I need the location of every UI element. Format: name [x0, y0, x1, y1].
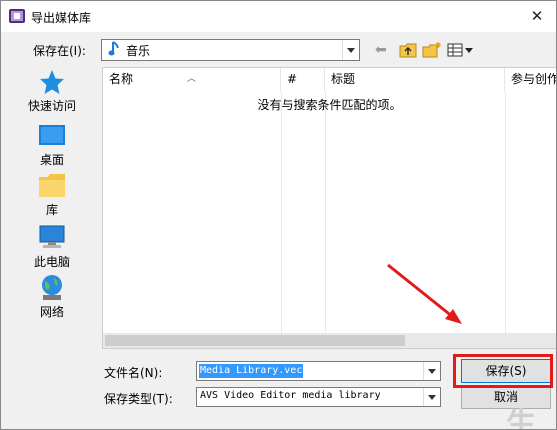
watermark: 生 — [506, 407, 536, 430]
export-media-library-dialog: 导出媒体库 ✕ 保存在(I): 音乐 ⬅ 快速访问 桌面 库 此电脑 网络 名称… — [0, 0, 557, 430]
annotation-arrow-icon — [387, 263, 462, 324]
